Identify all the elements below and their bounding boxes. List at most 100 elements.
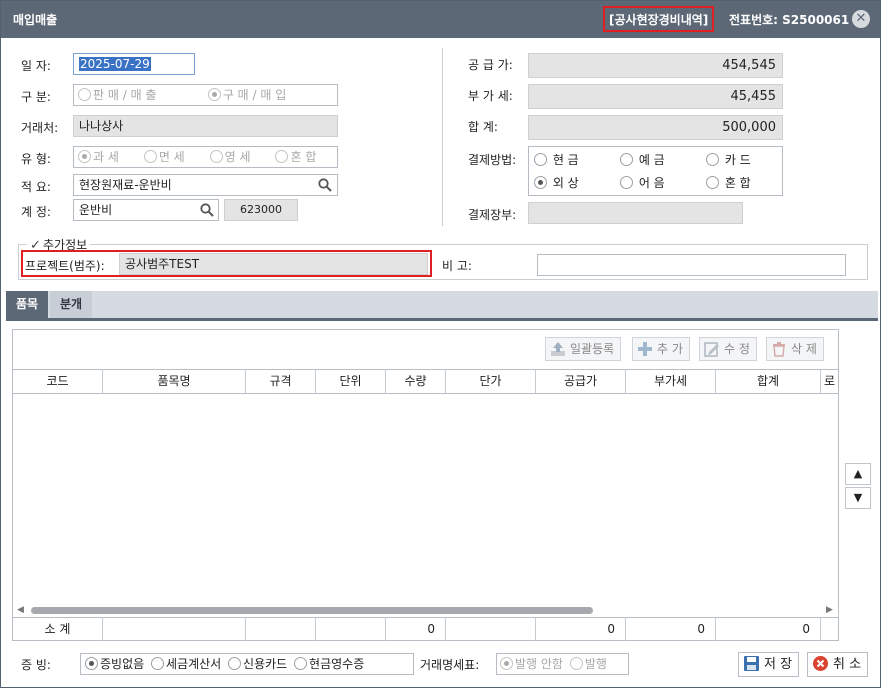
column-header[interactable]: 단위	[316, 370, 386, 393]
payment-option-card[interactable]: 카 드	[706, 151, 751, 168]
column-header[interactable]: 공급가	[536, 370, 626, 393]
statement-label: 거래명세표:	[420, 658, 480, 672]
payment-radio-group: 현 금 예 금 카 드 외 상 어 음 혼 합	[528, 146, 783, 196]
statement-option-not-issued[interactable]: 발행 안함	[500, 654, 563, 674]
summary-value: 현장원재료-운반비	[79, 178, 172, 192]
subtotal-vat: 0	[626, 618, 716, 641]
footer-cell	[446, 618, 536, 641]
search-icon[interactable]	[318, 178, 332, 192]
radio-icon	[85, 657, 98, 670]
ledger-label: 결제장부:	[468, 208, 517, 222]
radio-icon	[620, 153, 633, 166]
radio-icon	[78, 88, 91, 101]
total-amount-field: 500,000	[528, 115, 783, 140]
statement-option-issued[interactable]: 발행	[569, 654, 607, 674]
subtotal-qty: 0	[386, 618, 446, 641]
radio-icon	[275, 150, 289, 163]
type-label: 구 분:	[21, 90, 51, 104]
add-button[interactable]: 추 가	[632, 337, 690, 361]
memo-label: 비 고:	[442, 259, 472, 273]
document-number: 전표번호: S2500061	[729, 13, 850, 27]
arrow-down-icon: ▼	[853, 491, 863, 504]
plus-icon	[638, 342, 652, 356]
radio-icon	[569, 657, 583, 670]
type-radio-group: 판 매 / 매 출 구 매 / 매 입	[73, 84, 338, 106]
cancel-icon	[813, 656, 828, 671]
kind-option-exempt[interactable]: 면 세	[143, 147, 200, 167]
cancel-button[interactable]: 취 소	[807, 652, 869, 677]
payment-option-mixed[interactable]: 혼 합	[706, 174, 751, 191]
items-grid-panel: 일괄등록 추 가 수 정 삭 제 코드 품목명 규격 단위 수량 단가 공급가 …	[12, 329, 839, 641]
move-up-button[interactable]: ▲	[845, 463, 871, 485]
tab-items[interactable]: 품목	[6, 291, 48, 318]
supply-amount-field: 454,545	[528, 53, 783, 78]
scroll-right-icon[interactable]: ▶	[826, 603, 833, 617]
payment-option-credit[interactable]: 외 상	[534, 174, 579, 191]
evidence-option-tax-invoice[interactable]: 세금계산서	[151, 654, 221, 674]
partner-field[interactable]: 나나상사	[73, 115, 338, 137]
column-header[interactable]: 로	[821, 370, 838, 393]
save-button[interactable]: 저 장	[738, 652, 800, 677]
supply-amount: 454,545	[722, 58, 776, 73]
tab-journal[interactable]: 분개	[50, 291, 92, 318]
radio-icon	[207, 88, 221, 101]
account-field[interactable]: 운반비	[73, 199, 219, 221]
radio-icon	[151, 657, 164, 670]
total-amount: 500,000	[722, 120, 776, 135]
column-header[interactable]: 단가	[446, 370, 536, 393]
column-header[interactable]: 품목명	[103, 370, 246, 393]
evidence-option-cash-receipt[interactable]: 현금영수증	[294, 654, 364, 674]
horizontal-scrollbar[interactable]: ◀ ▶	[13, 603, 838, 617]
move-down-button[interactable]: ▼	[845, 487, 871, 509]
type-option-sales[interactable]: 판 매 / 매 출	[78, 85, 196, 105]
project-highlight	[21, 250, 432, 277]
footer-cell	[246, 618, 316, 641]
search-icon[interactable]	[200, 203, 214, 217]
column-header[interactable]: 코드	[13, 370, 103, 393]
close-icon[interactable]: ✕	[852, 10, 870, 28]
payment-option-cash[interactable]: 현 금	[534, 151, 579, 168]
scroll-left-icon[interactable]: ◀	[17, 603, 24, 617]
total-label: 합 계:	[468, 120, 498, 134]
account-code-field: 623000	[224, 199, 298, 221]
memo-field[interactable]	[537, 254, 846, 276]
column-header[interactable]: 부가세	[626, 370, 716, 393]
scrollbar-thumb[interactable]	[31, 607, 593, 614]
date-label: 일 자:	[21, 59, 51, 73]
vat-label: 부 가 세:	[468, 89, 513, 103]
radio-icon	[706, 153, 719, 166]
evidence-option-credit-card[interactable]: 신용카드	[228, 654, 287, 674]
column-header[interactable]: 합계	[716, 370, 821, 393]
payment-option-bill[interactable]: 어 음	[620, 174, 665, 191]
kind-option-taxable[interactable]: 과 세	[78, 147, 134, 167]
type-option-purchase[interactable]: 구 매 / 매 입	[207, 85, 286, 105]
evidence-label: 증 빙:	[21, 658, 51, 672]
category-tag: [공사현장경비내역]	[603, 6, 715, 32]
delete-button[interactable]: 삭 제	[766, 337, 824, 361]
radio-icon	[294, 657, 308, 670]
column-header[interactable]: 수량	[386, 370, 446, 393]
arrow-up-icon: ▲	[853, 467, 863, 480]
ledger-field	[528, 202, 743, 224]
account-value: 운반비	[79, 203, 113, 217]
window-title: 매입매출	[13, 13, 58, 27]
kind-option-mixed[interactable]: 혼 합	[275, 147, 316, 167]
summary-field[interactable]: 현장원재료-운반비	[73, 174, 338, 196]
evidence-option-none[interactable]: 증빙없음	[85, 654, 144, 674]
column-divider	[442, 48, 443, 226]
grid-footer: 소 계 0 0 0 0	[13, 617, 838, 641]
date-field[interactable]: 2025-07-29	[73, 53, 195, 75]
payment-option-deposit[interactable]: 예 금	[620, 151, 665, 168]
edit-button[interactable]: 수 정	[699, 337, 757, 361]
bulk-register-button[interactable]: 일괄등록	[545, 337, 622, 361]
payment-label: 결제방법:	[468, 153, 517, 167]
vat-amount: 45,455	[730, 89, 777, 104]
kind-option-zero[interactable]: 영 세	[209, 147, 266, 167]
save-icon	[744, 656, 759, 671]
subtotal-label: 소 계	[13, 618, 103, 641]
partner-label: 거래처:	[21, 121, 59, 135]
column-header[interactable]: 규격	[246, 370, 316, 393]
account-code: 623000	[240, 203, 282, 216]
subtotal-total: 0	[716, 618, 821, 641]
radio-icon	[706, 176, 719, 189]
